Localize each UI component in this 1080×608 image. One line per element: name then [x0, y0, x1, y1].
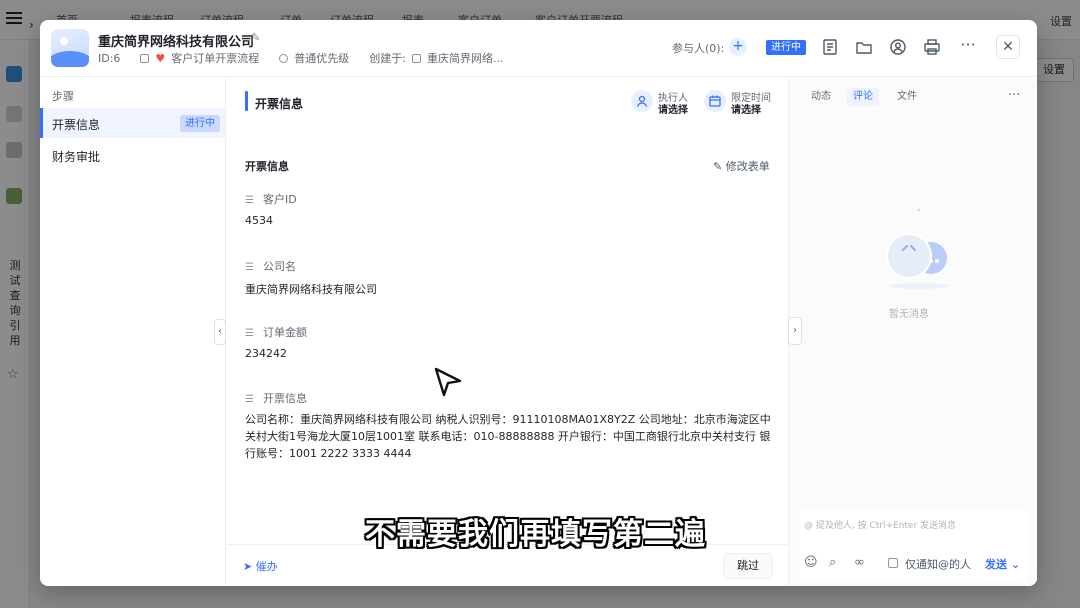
pencil-icon: ✎: [713, 160, 726, 173]
tab-activity[interactable]: 动态: [805, 88, 837, 106]
field-label-customer-id: ☰ 客户ID: [245, 193, 297, 206]
heading-accent-bar: [245, 91, 248, 111]
bg-settings-button[interactable]: 设置: [1034, 58, 1074, 82]
record-id: ID:6: [98, 51, 121, 65]
field-type-icon: ☰: [245, 262, 254, 273]
comment-input[interactable]: @ 提及他人, 按 Ctrl+Enter 发送消息 ☺ ⌕ ∞ 仅通知@的人 发…: [799, 510, 1028, 582]
user-circle-icon[interactable]: [889, 38, 907, 56]
modal-subinfo: ID:6 ♥ 客户订单开票流程 普通优先级 创建于: 重庆简界网络...: [98, 50, 504, 66]
bg-side-text[interactable]: 测试查询引用: [8, 258, 22, 348]
field-label-company: ☰ 公司名: [245, 260, 296, 273]
empty-message-illustration: [886, 208, 949, 289]
notify-label: 仅通知@的人: [905, 558, 971, 571]
print-icon[interactable]: [923, 38, 941, 56]
steps-heading: 步骤: [52, 90, 74, 103]
step-item-finance-approval[interactable]: 财务审批: [40, 140, 225, 170]
more-icon[interactable]: ···: [1008, 88, 1020, 103]
step-item-invoice[interactable]: 开票信息 进行中: [40, 108, 225, 138]
urge-button[interactable]: ➤ 催办: [243, 558, 278, 574]
mouse-cursor-icon: [434, 367, 462, 397]
notify-checkbox[interactable]: [888, 558, 898, 568]
edit-form-button[interactable]: ✎ 修改表单: [713, 158, 770, 174]
creator-value: 重庆简界网络...: [427, 52, 504, 65]
calendar-icon: [704, 90, 726, 112]
bg-settings-label[interactable]: 设置: [1050, 13, 1072, 29]
creator-label: 创建于:: [369, 52, 407, 65]
creator-checkbox-icon: [412, 53, 422, 63]
tab-files[interactable]: 文件: [891, 88, 923, 106]
priority-label[interactable]: 普通优先级: [294, 50, 349, 66]
field-type-icon: ☰: [245, 328, 254, 339]
cube-icon[interactable]: [6, 66, 22, 82]
emoji-icon[interactable]: ☺: [804, 555, 818, 570]
field-value-customer-id: 4534: [245, 214, 273, 227]
document-icon[interactable]: [821, 38, 839, 56]
assignee-value: 请选择: [658, 105, 688, 116]
tab-comments[interactable]: 评论: [847, 88, 879, 106]
comment-placeholder: @ 提及他人, 按 Ctrl+Enter 发送消息: [804, 521, 957, 531]
comment-toolbar: ☺ ⌕ ∞ 仅通知@的人 发送 ⌄: [804, 555, 1026, 573]
flow-detail-modal: 重庆简界网络科技有限公司 ✎ ID:6 ♥ 客户订单开票流程 普通优先级 创建于…: [40, 20, 1037, 586]
company-logo-icon: [51, 29, 89, 67]
heart-icon: ♥: [155, 51, 166, 65]
form-heading: 开票信息: [255, 97, 304, 111]
send-arrow-icon: ➤: [243, 560, 256, 573]
person-icon: [631, 90, 653, 112]
menu-icon[interactable]: [6, 12, 22, 26]
chevron-right-icon[interactable]: ›: [29, 18, 34, 32]
edit-title-icon[interactable]: ✎: [251, 31, 260, 44]
modal-title: 重庆简界网络科技有限公司: [98, 35, 255, 50]
field-value-order-amount: 234242: [245, 347, 287, 360]
video-caption: 不需要我们再填写第二遍: [365, 517, 706, 552]
step-label: 开票信息: [52, 118, 101, 132]
step-label: 财务审批: [52, 150, 101, 164]
empty-message-text: 暂无消息: [889, 309, 929, 320]
collapse-steps-button[interactable]: ‹: [214, 319, 226, 345]
modal-header: 重庆简界网络科技有限公司 ✎ ID:6 ♥ 客户订单开票流程 普通优先级 创建于…: [40, 20, 1037, 77]
star-icon[interactable]: ☆: [7, 367, 19, 382]
step-status-badge: 进行中: [180, 115, 220, 132]
skip-button[interactable]: 跳过: [723, 553, 773, 579]
close-button[interactable]: ✕: [996, 35, 1020, 59]
add-participant-button[interactable]: +: [729, 38, 747, 56]
field-value-invoice-info: 公司名称：重庆简界网络科技有限公司 纳税人识别号：91110108MA01X8Y…: [245, 413, 771, 460]
collapse-activity-button[interactable]: ›: [788, 317, 802, 345]
status-badge: 进行中: [766, 40, 806, 55]
flow-name[interactable]: 客户订单开票流程: [171, 50, 259, 66]
deadline-value: 请选择: [731, 105, 761, 116]
field-type-icon: ☰: [245, 394, 254, 405]
activity-panel: 动态 评论 文件 ··· 暂无消息 @ 提及他人, 按 Ctrl+Enter 发…: [788, 78, 1037, 586]
steps-panel: 步骤 开票信息 进行中 财务审批: [40, 78, 226, 586]
folder-icon[interactable]: [855, 38, 873, 56]
section-title: 开票信息: [245, 160, 289, 173]
folder-icon[interactable]: [6, 142, 22, 158]
field-value-company: 重庆简界网络科技有限公司: [245, 283, 377, 296]
form-icon: [140, 53, 150, 63]
field-type-icon: ☰: [245, 195, 254, 206]
priority-icon: [279, 53, 289, 63]
send-button[interactable]: 发送 ⌄: [985, 556, 1020, 572]
attachment-icon[interactable]: ⌕: [829, 555, 836, 570]
field-label-invoice-info: ☰ 开票信息: [245, 392, 307, 405]
participants-label: 参与人(0):: [672, 42, 725, 55]
app-thumbnail-icon[interactable]: [6, 188, 22, 204]
field-label-order-amount: ☰ 订单金额: [245, 326, 307, 339]
grid-icon[interactable]: [6, 106, 22, 122]
link-icon[interactable]: ∞: [854, 555, 865, 570]
background-leftbar: 测试查询引用 ☆: [0, 40, 30, 608]
more-icon[interactable]: ···: [959, 37, 977, 56]
edit-form-label: 修改表单: [725, 160, 770, 173]
